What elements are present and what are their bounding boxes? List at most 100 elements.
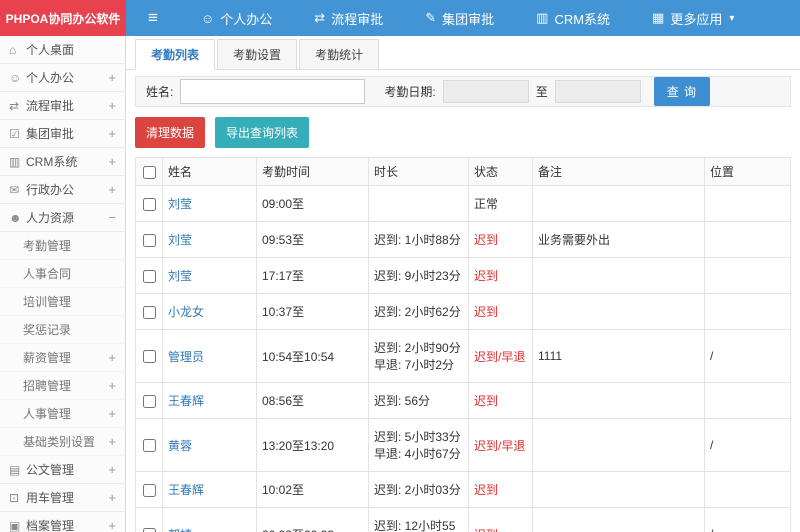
employee-name-link[interactable]: 王春辉: [168, 394, 204, 408]
attendance-row: 小龙女 10:37至 迟到: 2小时62分 迟到: [135, 293, 791, 330]
name-filter-input[interactable]: [180, 79, 366, 104]
name-filter-label: 姓名:: [146, 85, 174, 99]
cell-remark: [532, 185, 705, 222]
sidebar-item-human-resources[interactable]: ☻ 人力资源 −: [0, 204, 125, 232]
column-header: 考勤时间: [256, 157, 369, 186]
row-checkbox-cell: [135, 382, 163, 419]
cell-name: 刘莹: [162, 221, 257, 258]
sidebar-item-label: 人力资源: [26, 211, 75, 225]
employee-name-link[interactable]: 管理员: [168, 350, 204, 364]
expand-plus-icon: +: [108, 462, 116, 477]
employee-name-link[interactable]: 刘莹: [168, 233, 192, 247]
nav-item-personal-office[interactable]: ☺ 个人办公: [180, 0, 293, 36]
date-filter-label: 考勤日期:: [384, 85, 436, 99]
row-checkbox-cell: [135, 293, 163, 330]
employee-name-link[interactable]: 黄蓉: [168, 439, 192, 453]
sidebar-subitem-personnel-contract[interactable]: 人事合同: [0, 260, 125, 288]
employee-name-link[interactable]: 小龙女: [168, 305, 204, 319]
cell-remark: [532, 471, 705, 508]
sidebar-subitem-recruitment-management[interactable]: 招聘管理 +: [0, 372, 125, 400]
cell-duration: 迟到: 2小时90分 早退: 7小时2分: [368, 329, 469, 383]
cell-attendance-time: 09:53至: [256, 221, 369, 258]
sidebar-subitem-label: 人事管理: [23, 407, 72, 421]
cell-attendance-time: 08:56至: [256, 382, 369, 419]
row-checkbox[interactable]: [142, 350, 156, 364]
sidebar-item-label: 个人办公: [26, 71, 75, 85]
select-all-checkbox[interactable]: [142, 165, 156, 179]
sidebar-item-admin-office[interactable]: ✉ 行政办公 +: [0, 176, 125, 204]
row-checkbox[interactable]: [142, 269, 156, 283]
column-header: 姓名: [162, 157, 257, 186]
row-checkbox-cell: [135, 185, 163, 222]
cell-location: /: [704, 507, 791, 532]
cell-name: 王春辉: [162, 382, 257, 419]
sidebar-subitem-label: 人事合同: [23, 267, 72, 281]
cell-status: 迟到/早退: [468, 329, 533, 383]
cell-attendance-time: 10:37至: [256, 293, 369, 330]
row-checkbox-cell: [135, 257, 163, 294]
date-from-input[interactable]: [442, 80, 529, 103]
app-logo: PHPOA协同办公软件: [0, 0, 126, 36]
navbar-menu: ☺ 个人办公 ⇄ 流程审批 ✎ 集团审批 ▥ CRM系统 ▦ 更多应用 ▾: [180, 0, 755, 36]
tab-attendance-settings[interactable]: 考勤设置: [217, 39, 298, 70]
nav-item-workflow-approval[interactable]: ⇄ 流程审批: [293, 0, 404, 36]
tab-attendance-stats[interactable]: 考勤统计: [299, 39, 380, 70]
employee-name-link[interactable]: 郭靖: [168, 528, 192, 532]
nav-item-label: 流程审批: [331, 11, 384, 27]
sidebar-subitem-salary-management[interactable]: 薪资管理 +: [0, 344, 125, 372]
action-bar: 清理数据 导出查询列表: [126, 107, 800, 157]
row-checkbox-cell: [135, 507, 163, 532]
nav-item-more-apps[interactable]: ▦ 更多应用 ▾: [631, 0, 755, 36]
sidebar-item-group-approval[interactable]: ☑ 集团审批 +: [0, 120, 125, 148]
row-checkbox[interactable]: [142, 528, 156, 532]
search-button[interactable]: 查 询: [653, 77, 711, 106]
sidebar-subitem-personnel-management[interactable]: 人事管理 +: [0, 400, 125, 428]
employee-name-link[interactable]: 王春辉: [168, 483, 204, 497]
people-icon: ☻: [9, 210, 22, 225]
sidebar-item-archive-management[interactable]: ▣ 档案管理 +: [0, 512, 125, 532]
date-to-label: 至: [535, 85, 548, 99]
nav-item-label: 更多应用: [670, 11, 723, 27]
column-header: 时长: [368, 157, 469, 186]
top-navbar: PHPOA协同办公软件 ≡ ☺ 个人办公 ⇄ 流程审批 ✎ 集团审批 ▥ CRM系统 ▦ 更多应用…: [0, 0, 800, 36]
cell-status: 迟到: [468, 507, 533, 532]
sidebar-item-vehicle-management[interactable]: ⊡ 用车管理 +: [0, 484, 125, 512]
row-checkbox[interactable]: [142, 233, 156, 247]
date-to-input[interactable]: [554, 80, 641, 103]
sidebar-item-personal-desktop[interactable]: ⌂ 个人桌面: [0, 36, 125, 64]
clean-data-button[interactable]: 清理数据: [135, 117, 206, 148]
nav-item-crm-system[interactable]: ▥ CRM系统: [515, 0, 631, 36]
sidebar-item-workflow-approval[interactable]: ⇄ 流程审批 +: [0, 92, 125, 120]
expand-plus-icon: +: [108, 182, 116, 197]
cell-remark: 1111: [532, 329, 705, 383]
row-checkbox[interactable]: [142, 439, 156, 453]
expand-plus-icon: +: [108, 378, 116, 393]
tab-attendance-list[interactable]: 考勤列表: [135, 39, 216, 70]
sidebar-subitem-base-category-settings[interactable]: 基础类别设置 +: [0, 428, 125, 456]
cell-attendance-time: 13:20至13:20: [256, 418, 369, 472]
sidebar-toggle-icon[interactable]: ≡: [126, 0, 180, 36]
row-checkbox-cell: [135, 471, 163, 508]
sidebar: ⌂ 个人桌面 ☺ 个人办公 + ⇄ 流程审批 + ☑ 集团审批 + ▥ CRM系统 + ✉ 行政办公 + ☻ 人力资…: [0, 36, 126, 532]
cell-status: 迟到: [468, 257, 533, 294]
sidebar-subitem-training-management[interactable]: 培训管理: [0, 288, 125, 316]
main-content: 考勤列表 考勤设置 考勤统计 姓名: 考勤日期: 至 查 询 清理数据 导出查询列表: [126, 36, 800, 532]
row-checkbox[interactable]: [142, 305, 156, 319]
sidebar-item-document-management[interactable]: ▤ 公文管理 +: [0, 456, 125, 484]
row-checkbox[interactable]: [142, 483, 156, 497]
employee-name-link[interactable]: 刘莹: [168, 197, 192, 211]
sidebar-item-crm-system[interactable]: ▥ CRM系统 +: [0, 148, 125, 176]
employee-name-link[interactable]: 刘莹: [168, 269, 192, 283]
caret-down-icon: ▾: [729, 12, 735, 24]
sidebar-item-personal-office[interactable]: ☺ 个人办公 +: [0, 64, 125, 92]
export-list-button[interactable]: 导出查询列表: [215, 117, 310, 148]
cell-remark: [532, 382, 705, 419]
row-checkbox[interactable]: [142, 197, 156, 211]
sidebar-subitem-reward-punishment-record[interactable]: 奖惩记录: [0, 316, 125, 344]
cell-attendance-time: 10:02至: [256, 471, 369, 508]
sidebar-subitem-attendance-management[interactable]: 考勤管理: [0, 232, 125, 260]
row-checkbox[interactable]: [142, 394, 156, 408]
nav-item-group-approval[interactable]: ✎ 集团审批: [404, 0, 515, 36]
cell-name: 管理员: [162, 329, 257, 383]
cell-location: /: [704, 418, 791, 472]
